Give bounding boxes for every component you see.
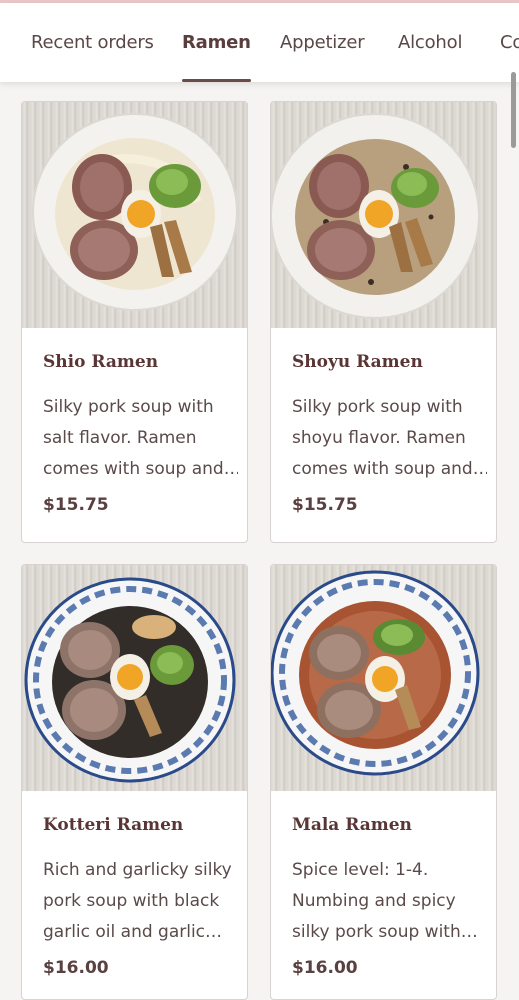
item-photo [271,565,496,791]
item-photo [271,102,496,328]
item-name: Mala Ramen [292,815,412,835]
item-photo [22,565,247,791]
item-price: $16.00 [292,958,358,978]
item-price: $15.75 [292,495,358,515]
tab-recent-orders[interactable]: Recent orders [31,3,154,82]
item-description: Spice level: 1-4. Numbing and spicy silk… [292,860,478,942]
item-description: Rich and garlicky silky pork soup with b… [43,860,232,942]
menu-item-card-kotteri-ramen[interactable]: Kotteri Ramen Rich and garlicky silky po… [21,564,248,1000]
item-price: $16.00 [43,958,109,978]
menu-item-card-shoyu-ramen[interactable]: Shoyu Ramen Silky pork soup with shoyu f… [270,101,497,543]
item-photo [22,102,247,328]
scrollbar[interactable] [511,72,516,148]
category-tabs: Recent orders Ramen Appetizer Alcohol Co [0,3,519,82]
tab-alcohol[interactable]: Alcohol [398,3,462,82]
item-name: Shoyu Ramen [292,352,423,372]
item-price: $15.75 [43,495,109,515]
item-description: Silky pork soup with salt flavor. Ramen … [43,397,238,479]
active-tab-indicator [182,79,251,82]
tab-partial-next[interactable]: Co [500,3,519,82]
item-name: Kotteri Ramen [43,815,184,835]
menu-item-card-mala-ramen[interactable]: Mala Ramen Spice level: 1-4. Numbing and… [270,564,497,1000]
tab-ramen[interactable]: Ramen [182,3,251,82]
menu-item-card-shio-ramen[interactable]: Shio Ramen Silky pork soup with salt fla… [21,101,248,543]
tab-appetizer[interactable]: Appetizer [280,3,365,82]
item-description: Silky pork soup with shoyu flavor. Ramen… [292,397,487,479]
item-name: Shio Ramen [43,352,159,372]
